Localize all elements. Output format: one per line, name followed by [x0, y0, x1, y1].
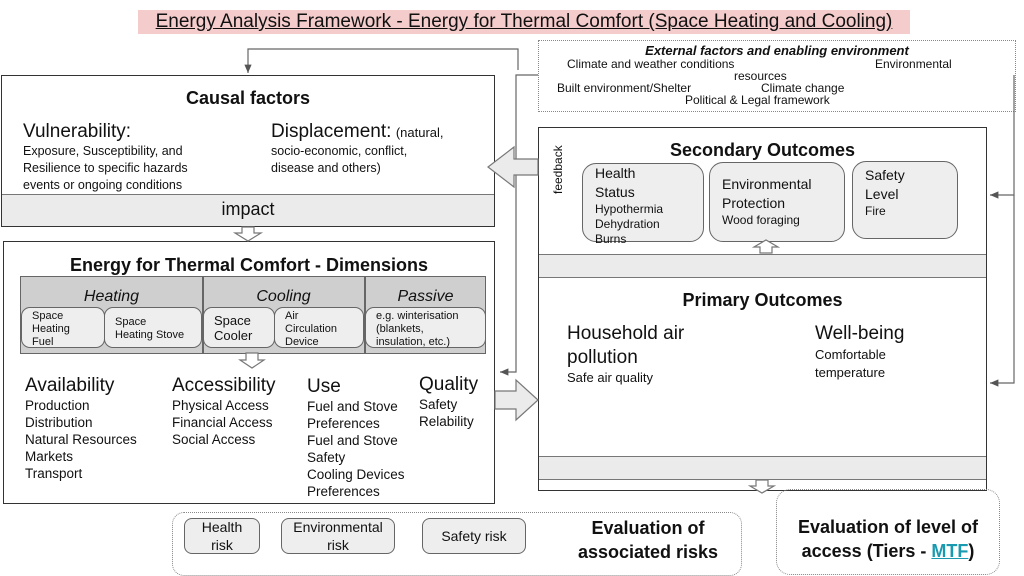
- feedback-arrow: [487, 145, 539, 189]
- dimensions-down-arrow: [238, 352, 266, 369]
- connectors: [232, 48, 1015, 494]
- connector-external-to-primary: [990, 195, 1015, 387]
- connector-external-to-secondary: [990, 75, 1015, 199]
- connector-external-to-dimensions: [500, 74, 538, 376]
- primary-to-secondary-arrow: [751, 239, 781, 254]
- dimensions-to-outcomes-arrow: [494, 378, 539, 422]
- connector-external-to-causal: [244, 48, 519, 73]
- impact-down-arrow: [232, 226, 264, 242]
- outcomes-to-evaluation-arrow: [747, 479, 777, 494]
